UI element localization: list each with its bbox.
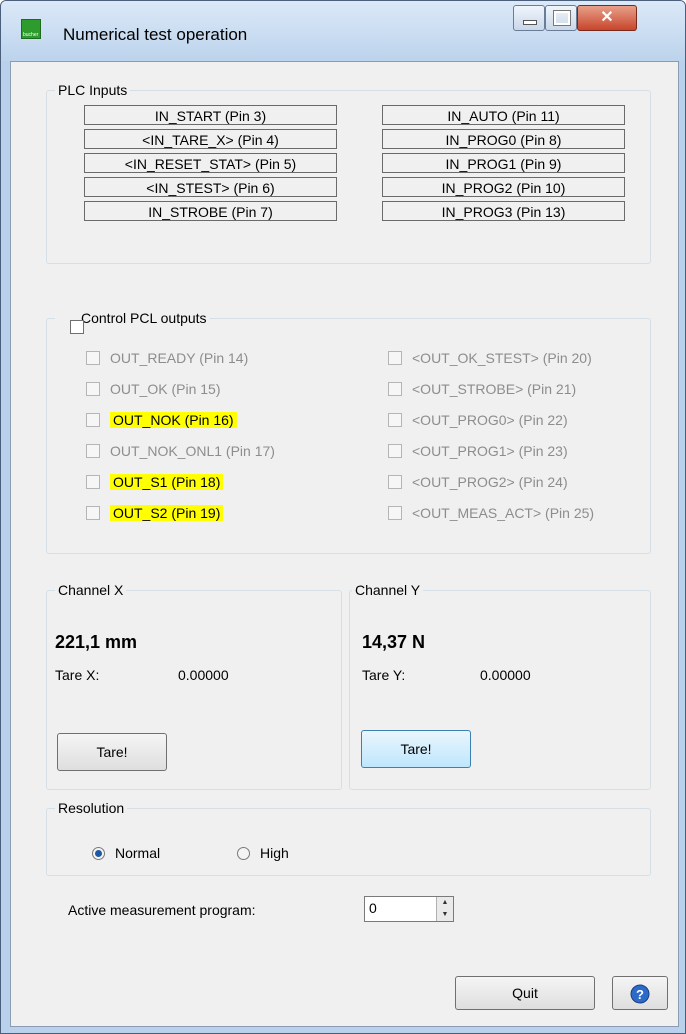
output-right-label-1: <OUT_STROBE> (Pin 21) — [412, 381, 577, 397]
spin-up-icon[interactable]: ▲ — [437, 897, 453, 909]
channel-x-value: 221,1 mm — [55, 632, 138, 652]
close-icon: ✕ — [600, 9, 614, 26]
app-icon-text: bucher — [23, 32, 39, 38]
plc-inputs-legend: PLC Inputs — [58, 82, 128, 98]
channel-y-value: 14,37 N — [362, 632, 426, 652]
plc-input-right-2: IN_PROG1 (Pin 9) — [382, 153, 625, 173]
resolution-high-radio[interactable]: High — [237, 845, 289, 861]
output-left-checkbox-1[interactable] — [86, 382, 100, 396]
plc-input-left-4: IN_STROBE (Pin 7) — [84, 201, 337, 221]
output-left-row-1[interactable]: OUT_OK (Pin 15) — [86, 378, 220, 400]
plc-input-left-0: IN_START (Pin 3) — [84, 105, 337, 125]
output-right-label-5: <OUT_MEAS_ACT> (Pin 25) — [412, 505, 595, 521]
svg-text:?: ? — [636, 987, 644, 1002]
output-right-row-4[interactable]: <OUT_PROG2> (Pin 24) — [388, 471, 568, 493]
output-right-label-3: <OUT_PROG1> (Pin 23) — [412, 443, 568, 459]
tare-x-value: 0.00000 — [178, 667, 229, 683]
help-icon: ? — [630, 984, 650, 1004]
quit-button[interactable]: Quit — [455, 976, 595, 1010]
output-right-label-2: <OUT_PROG0> (Pin 22) — [412, 412, 568, 428]
output-left-row-0[interactable]: OUT_READY (Pin 14) — [86, 347, 248, 369]
resolution-normal-radio[interactable]: Normal — [92, 845, 160, 861]
radio-empty-icon — [237, 846, 250, 860]
resolution-group: Resolution — [46, 800, 651, 876]
plc-input-left-1: <IN_TARE_X> (Pin 4) — [84, 129, 337, 149]
output-left-checkbox-2[interactable] — [86, 413, 100, 427]
minimize-button[interactable] — [513, 5, 545, 31]
output-left-row-2[interactable]: OUT_NOK (Pin 16) — [86, 409, 237, 431]
output-left-checkbox-3[interactable] — [86, 444, 100, 458]
output-left-label-4: OUT_S1 (Pin 18) — [110, 474, 224, 490]
output-left-checkbox-4[interactable] — [86, 475, 100, 489]
resolution-high-label: High — [260, 845, 289, 861]
program-label: Active measurement program: — [68, 902, 256, 918]
tare-y-label: Tare Y: — [362, 667, 406, 683]
plc-input-left-2: <IN_RESET_STAT> (Pin 5) — [84, 153, 337, 173]
output-right-checkbox-4[interactable] — [388, 475, 402, 489]
control-outputs-checkbox[interactable] — [70, 320, 84, 334]
tare-y-button[interactable]: Tare! — [361, 730, 471, 768]
window-title: Numerical test operation — [63, 25, 248, 44]
plc-input-right-1: IN_PROG0 (Pin 8) — [382, 129, 625, 149]
output-right-row-5[interactable]: <OUT_MEAS_ACT> (Pin 25) — [388, 502, 594, 524]
spin-down-icon[interactable]: ▼ — [437, 909, 453, 921]
output-right-checkbox-2[interactable] — [388, 413, 402, 427]
channel-x-legend: Channel X — [58, 582, 124, 598]
output-left-row-3[interactable]: OUT_NOK_ONL1 (Pin 17) — [86, 440, 275, 462]
channel-y-legend: Channel Y — [355, 582, 421, 598]
maximize-button[interactable] — [545, 5, 577, 31]
output-left-label-5: OUT_S2 (Pin 19) — [110, 505, 224, 521]
plc-input-right-3: IN_PROG2 (Pin 10) — [382, 177, 625, 197]
output-right-row-1[interactable]: <OUT_STROBE> (Pin 21) — [388, 378, 576, 400]
plc-input-right-4: IN_PROG3 (Pin 13) — [382, 201, 625, 221]
close-button[interactable]: ✕ — [577, 5, 637, 31]
title-bar: bucher Numerical test operation ✕ — [1, 1, 685, 61]
output-left-label-2: OUT_NOK (Pin 16) — [110, 412, 237, 428]
tare-x-label: Tare X: — [55, 667, 100, 683]
output-right-checkbox-5[interactable] — [388, 506, 402, 520]
output-right-row-3[interactable]: <OUT_PROG1> (Pin 23) — [388, 440, 568, 462]
resolution-legend: Resolution — [58, 800, 125, 816]
output-right-row-2[interactable]: <OUT_PROG0> (Pin 22) — [388, 409, 568, 431]
tare-y-value: 0.00000 — [480, 667, 531, 683]
help-button[interactable]: ? — [612, 976, 668, 1010]
output-right-label-4: <OUT_PROG2> (Pin 24) — [412, 474, 568, 490]
resolution-normal-label: Normal — [115, 845, 161, 861]
program-spinner[interactable]: 0 ▲ ▼ — [364, 896, 454, 922]
program-value[interactable]: 0 — [369, 900, 377, 916]
plc-input-left-3: <IN_STEST> (Pin 6) — [84, 177, 337, 197]
client-area: PLC Inputs IN_START (Pin 3) <IN_TARE_X> (… — [10, 61, 679, 1027]
output-left-row-5[interactable]: OUT_S2 (Pin 19) — [86, 502, 224, 524]
output-right-row-0[interactable]: <OUT_OK_STEST> (Pin 20) — [388, 347, 592, 369]
output-left-label-1: OUT_OK (Pin 15) — [110, 381, 221, 397]
main-window: bucher Numerical test operation ✕ PLC In… — [0, 0, 686, 1034]
minimize-icon — [523, 20, 537, 25]
radio-selected-icon — [92, 846, 105, 860]
plc-input-right-0: IN_AUTO (Pin 11) — [382, 105, 625, 125]
spinner-arrows[interactable]: ▲ ▼ — [436, 897, 453, 921]
output-right-checkbox-1[interactable] — [388, 382, 402, 396]
output-left-label-0: OUT_READY (Pin 14) — [110, 350, 249, 366]
output-right-checkbox-3[interactable] — [388, 444, 402, 458]
output-right-checkbox-0[interactable] — [388, 351, 402, 365]
output-left-checkbox-5[interactable] — [86, 506, 100, 520]
maximize-icon — [553, 10, 571, 26]
output-left-label-3: OUT_NOK_ONL1 (Pin 17) — [110, 443, 275, 459]
output-right-label-0: <OUT_OK_STEST> (Pin 20) — [412, 350, 592, 366]
app-icon: bucher — [21, 19, 41, 39]
output-left-row-4[interactable]: OUT_S1 (Pin 18) — [86, 471, 224, 493]
tare-x-button[interactable]: Tare! — [57, 733, 167, 771]
output-left-checkbox-0[interactable] — [86, 351, 100, 365]
